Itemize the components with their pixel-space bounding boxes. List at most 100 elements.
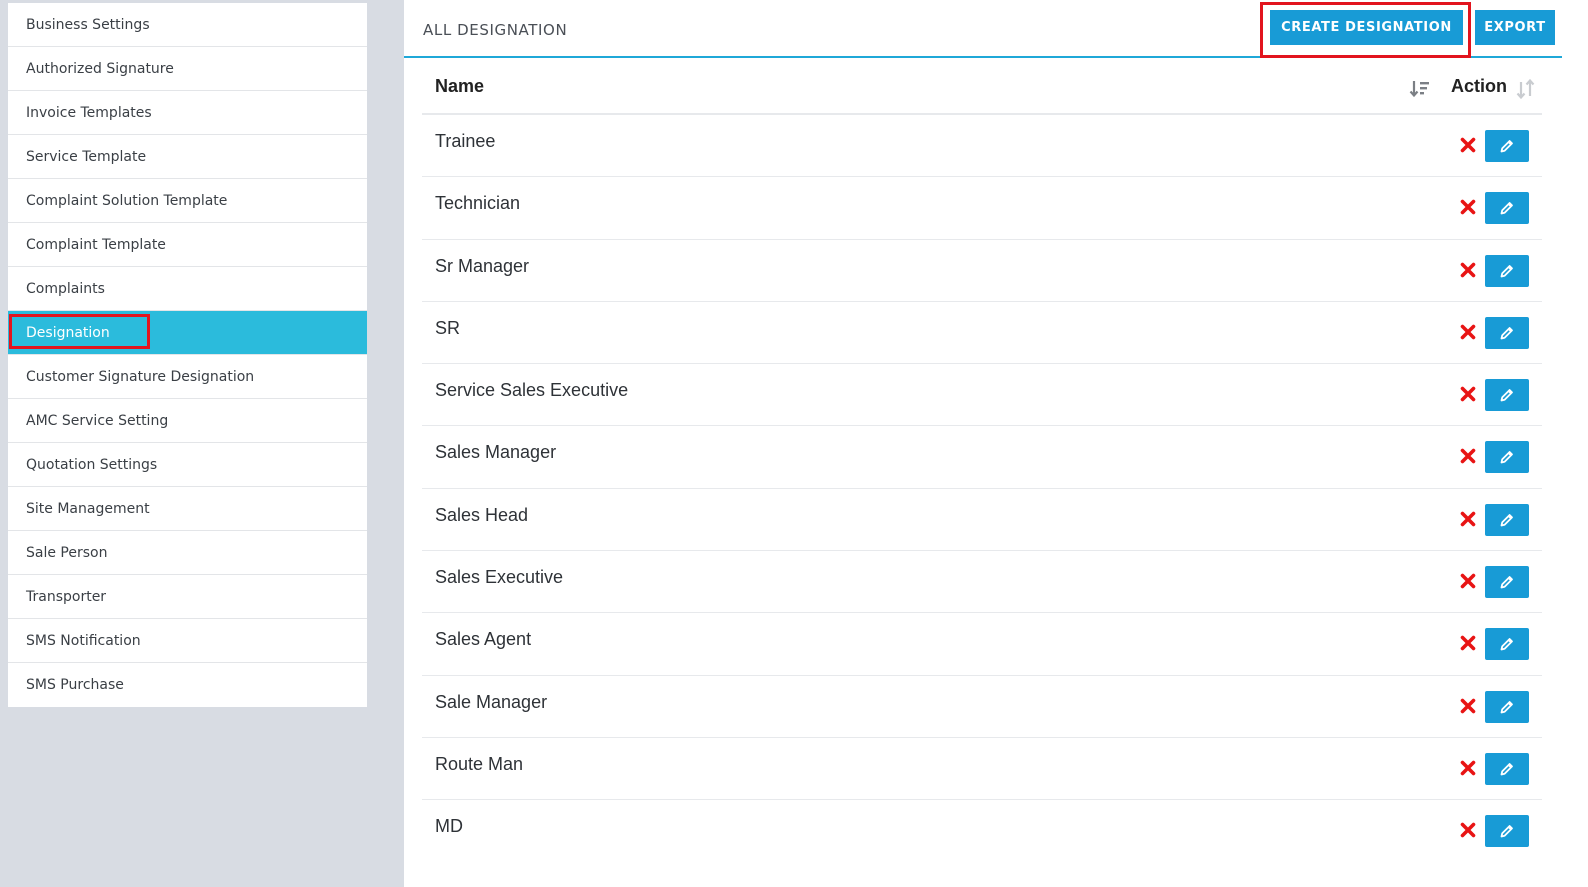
edit-button[interactable] — [1485, 628, 1529, 661]
designation-name: Sales Manager — [435, 442, 557, 463]
sidebar-item-label: Quotation Settings — [26, 456, 158, 473]
table-row: Sale Manager — [422, 676, 1542, 738]
sidebar-item-label: Site Management — [26, 500, 150, 517]
delete-icon[interactable] — [1460, 511, 1476, 527]
sidebar-item-amc-service-setting[interactable]: AMC Service Setting — [8, 399, 367, 443]
pencil-icon — [1500, 140, 1513, 153]
sidebar-item-sms-purchase[interactable]: SMS Purchase — [8, 663, 367, 707]
sidebar-item-invoice-templates[interactable]: Invoice Templates — [8, 91, 367, 135]
page-title: ALL DESIGNATION — [423, 21, 568, 39]
table-row: Sales Head — [422, 489, 1542, 552]
sidebar-item-sale-person[interactable]: Sale Person — [8, 531, 367, 575]
export-button[interactable]: EXPORT — [1475, 10, 1555, 45]
edit-button[interactable] — [1485, 379, 1529, 412]
designation-name: Sales Agent — [435, 629, 532, 650]
pencil-icon — [1500, 638, 1513, 651]
sidebar-item-label: Invoice Templates — [26, 104, 152, 121]
edit-button[interactable] — [1485, 254, 1529, 287]
delete-icon[interactable] — [1460, 822, 1476, 838]
sidebar-item-transporter[interactable]: Transporter — [8, 575, 367, 619]
edit-button[interactable] — [1485, 566, 1529, 599]
sidebar-item-label: Complaint Template — [26, 236, 166, 253]
designation-name: Route Man — [435, 753, 524, 774]
table-row: Sales Agent — [422, 613, 1542, 676]
sort-name-icon[interactable] — [1409, 78, 1431, 100]
edit-button[interactable] — [1485, 130, 1529, 162]
pencil-icon — [1500, 513, 1513, 527]
designation-name: Sales Head — [435, 504, 529, 525]
delete-icon[interactable] — [1460, 137, 1476, 153]
sidebar-item-site-management[interactable]: Site Management — [8, 487, 367, 531]
panel-header: ALL DESIGNATION CREATE DESIGNATION EXPOR… — [404, 0, 1562, 58]
sidebar-item-label: Authorized Signature — [26, 60, 174, 77]
pencil-icon — [1500, 825, 1513, 838]
table-row: Technician — [422, 177, 1542, 240]
delete-icon[interactable] — [1460, 448, 1476, 464]
designation-name: Technician — [435, 193, 521, 214]
sidebar-item-label: AMC Service Setting — [26, 412, 169, 429]
table-row: Route Man — [422, 738, 1542, 801]
sidebar-item-label: Complaint Solution Template — [26, 192, 228, 209]
pencil-icon — [1500, 700, 1513, 714]
sidebar-item-complaint-solution-template[interactable]: Complaint Solution Template — [8, 179, 367, 223]
sidebar-item-business-settings[interactable]: Business Settings — [8, 3, 367, 47]
pencil-icon — [1500, 202, 1513, 215]
delete-icon[interactable] — [1460, 324, 1476, 340]
delete-icon[interactable] — [1460, 386, 1476, 402]
delete-icon[interactable] — [1460, 262, 1476, 278]
table-row: MD — [422, 800, 1542, 862]
designation-name: Sales Executive — [435, 567, 564, 588]
pencil-icon — [1500, 451, 1513, 464]
sidebar-item-customer-signature-designation[interactable]: Customer Signature Designation — [8, 355, 367, 399]
delete-icon[interactable] — [1460, 573, 1476, 589]
column-header-action: Action — [1451, 76, 1507, 96]
sort-action-icon[interactable] — [1515, 78, 1537, 100]
sidebar-item-label: Designation — [26, 324, 110, 341]
sidebar-item-label: Business Settings — [26, 16, 150, 33]
column-header-name[interactable]: Name — [435, 76, 484, 97]
edit-button[interactable] — [1485, 192, 1529, 225]
sidebar-item-complaints[interactable]: Complaints — [8, 267, 367, 311]
table-body: Trainee Technician Sr Manager SR Service Sal… — [422, 115, 1542, 863]
sidebar-item-designation[interactable]: Designation — [8, 311, 367, 355]
edit-button[interactable] — [1485, 441, 1529, 474]
designation-name: Trainee — [435, 131, 496, 151]
sidebar-item-sms-notification[interactable]: SMS Notification — [8, 619, 367, 663]
pencil-icon — [1500, 264, 1513, 277]
delete-icon[interactable] — [1460, 199, 1476, 215]
edit-button[interactable] — [1485, 316, 1529, 349]
table-row: Sr Manager — [422, 240, 1542, 302]
sidebar-item-label: Customer Signature Designation — [26, 368, 255, 385]
sidebar-item-quotation-settings[interactable]: Quotation Settings — [8, 443, 367, 487]
sidebar-item-label: Complaints — [26, 280, 105, 297]
sidebar-item-service-template[interactable]: Service Template — [8, 135, 367, 179]
sidebar-item-label: Service Template — [26, 148, 147, 165]
delete-icon[interactable] — [1460, 698, 1476, 714]
designation-name: MD — [435, 816, 463, 837]
designation-name: Sr Manager — [435, 255, 530, 276]
table-row: Service Sales Executive — [422, 364, 1542, 427]
sidebar-item-authorized-signature[interactable]: Authorized Signature — [8, 47, 367, 91]
edit-button[interactable] — [1485, 752, 1529, 785]
sidebar-item-label: SMS Purchase — [26, 677, 124, 693]
designation-name: Sale Manager — [435, 691, 548, 712]
main-panel: ALL DESIGNATION CREATE DESIGNATION EXPOR… — [404, 0, 1588, 887]
sidebar-item-label: Sale Person — [26, 544, 108, 561]
designation-name: Service Sales Executive — [435, 380, 629, 401]
table-header: Name Action — [422, 60, 1542, 115]
pencil-icon — [1500, 763, 1513, 776]
edit-button[interactable] — [1485, 815, 1529, 848]
table-row: Trainee — [422, 115, 1542, 178]
table-row: SR — [422, 302, 1542, 365]
pencil-icon — [1500, 576, 1513, 589]
delete-icon[interactable] — [1460, 760, 1476, 776]
edit-button[interactable] — [1485, 503, 1529, 536]
edit-button[interactable] — [1485, 690, 1529, 723]
create-designation-button[interactable]: CREATE DESIGNATION — [1270, 10, 1463, 45]
delete-icon[interactable] — [1460, 635, 1476, 651]
sidebar-item-label: Transporter — [26, 588, 107, 605]
table-row: Sales Executive — [422, 551, 1542, 614]
table-row: Sales Manager — [422, 426, 1542, 489]
pencil-icon — [1500, 326, 1513, 340]
sidebar-item-complaint-template[interactable]: Complaint Template — [8, 223, 367, 267]
